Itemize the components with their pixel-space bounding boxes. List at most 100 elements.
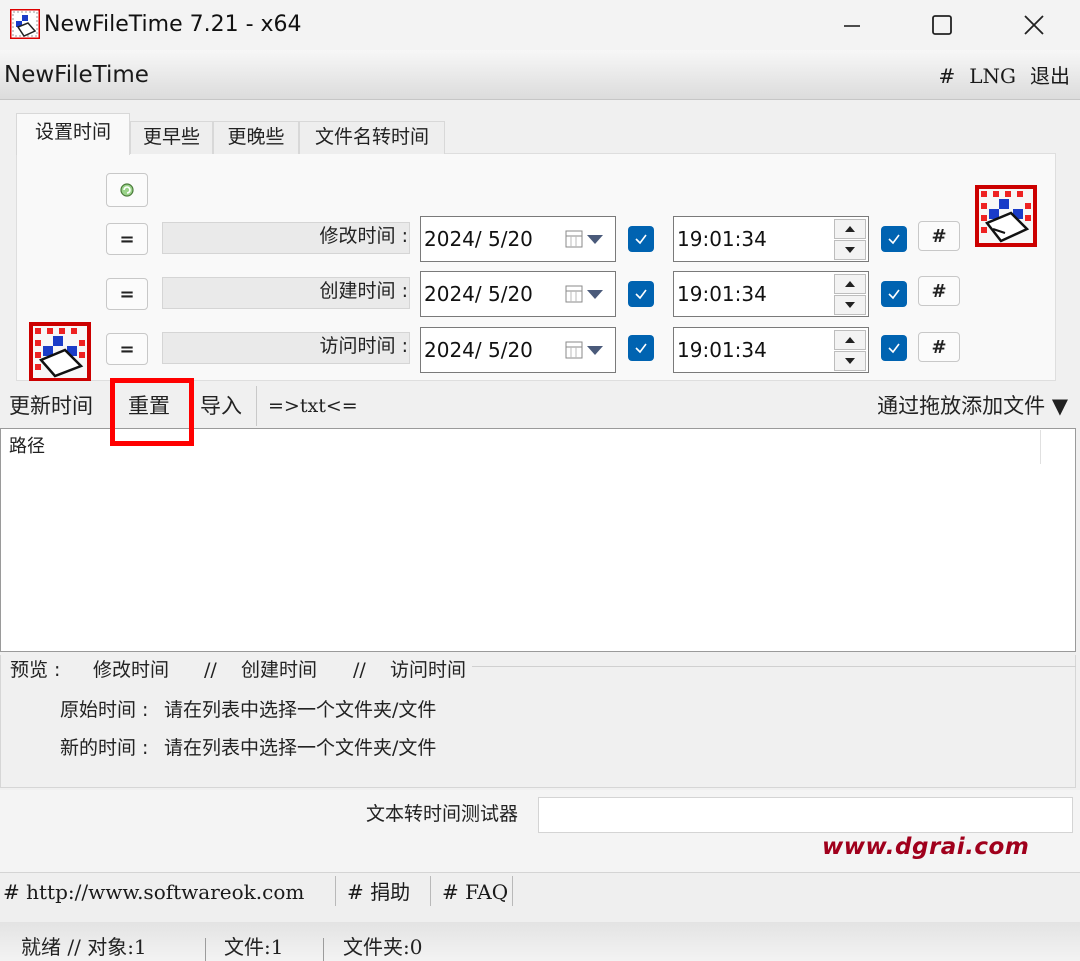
app-name: NewFileTime xyxy=(4,62,149,88)
preview-accessed-header: 访问时间 xyxy=(390,659,467,681)
modified-equal-button[interactable]: = xyxy=(106,223,148,255)
triangle-up-icon xyxy=(845,337,855,343)
close-icon xyxy=(1024,15,1044,35)
file-time-icon-right[interactable] xyxy=(975,185,1037,247)
menu-language[interactable]: LNG xyxy=(969,62,1016,90)
created-time-spin-down[interactable] xyxy=(834,295,866,315)
checkmark-icon xyxy=(888,343,900,354)
triangle-down-icon xyxy=(845,247,855,253)
checkmark-icon xyxy=(635,289,647,300)
minimize-button[interactable] xyxy=(806,0,898,50)
modified-time-checkbox[interactable] xyxy=(881,226,907,252)
modified-time-value: 19:01:34 xyxy=(677,227,767,251)
header-menu: # LNG 退出 xyxy=(938,62,1070,90)
modified-label: 修改时间 : xyxy=(319,225,408,247)
created-time-value: 19:01:34 xyxy=(677,282,767,306)
tester-label: 文本转时间测试器 xyxy=(366,803,519,825)
checkmark-icon xyxy=(888,234,900,245)
preview-created-header: 创建时间 xyxy=(241,659,318,681)
maximize-button[interactable] xyxy=(896,0,988,50)
created-date-value: 2024/ 5/20 xyxy=(424,282,533,306)
tab-earlier[interactable]: 更早些 xyxy=(130,121,213,154)
accessed-time-spin-up[interactable] xyxy=(834,330,866,350)
website-link[interactable]: # http://www.softwareok.com xyxy=(3,877,304,907)
maximize-icon xyxy=(932,15,952,35)
new-time-value: 请在列表中选择一个文件夹/文件 xyxy=(164,737,437,759)
triangle-up-icon xyxy=(845,281,855,287)
accessed-hash-button[interactable]: # xyxy=(918,332,960,362)
accessed-time-value: 19:01:34 xyxy=(677,338,767,362)
accessed-date-value: 2024/ 5/20 xyxy=(424,338,533,362)
refresh-icon xyxy=(120,183,134,197)
status-separator xyxy=(205,938,206,961)
watermark: www.dgrai.com xyxy=(822,834,1030,860)
tab-set-time[interactable]: 设置时间 xyxy=(16,113,130,155)
triangle-down-icon xyxy=(845,302,855,308)
column-divider xyxy=(1040,430,1041,464)
link-separator xyxy=(512,876,513,906)
preview-prefix: 预览 : xyxy=(10,659,61,681)
original-time-label: 原始时间 : xyxy=(60,699,149,721)
app-header xyxy=(0,50,1080,100)
accessed-equal-button[interactable]: = xyxy=(106,333,148,365)
created-time-checkbox[interactable] xyxy=(881,281,907,307)
status-folders: 文件夹:0 xyxy=(343,935,423,959)
app-icon xyxy=(8,7,42,41)
accessed-date-checkbox[interactable] xyxy=(628,335,654,361)
accessed-time-checkbox[interactable] xyxy=(881,335,907,361)
calendar-dropdown-icon[interactable] xyxy=(565,284,607,304)
status-ready: 就绪 // 对象:1 xyxy=(21,935,147,959)
created-equal-button[interactable]: = xyxy=(106,278,148,310)
checkmark-icon xyxy=(888,289,900,300)
status-bar xyxy=(0,922,1080,961)
created-time-spin-up[interactable] xyxy=(834,274,866,294)
triangle-up-icon xyxy=(845,226,855,232)
created-label: 创建时间 : xyxy=(319,280,408,302)
modified-date-checkbox[interactable] xyxy=(628,226,654,252)
created-hash-button[interactable]: # xyxy=(918,276,960,306)
toolbar-separator xyxy=(256,386,257,426)
new-time-label: 新的时间 : xyxy=(60,737,149,759)
link-separator xyxy=(430,876,431,906)
preview-modified-header: 修改时间 xyxy=(93,659,170,681)
original-time-value: 请在列表中选择一个文件夹/文件 xyxy=(164,699,437,721)
window-title: NewFileTime 7.21 - x64 xyxy=(44,12,302,37)
menu-hash[interactable]: # xyxy=(938,62,955,90)
created-date-checkbox[interactable] xyxy=(628,281,654,307)
drag-add-files-dropdown[interactable]: 通过拖放添加文件 ▼ xyxy=(877,388,1068,424)
modified-time-spin-down[interactable] xyxy=(834,240,866,260)
preview-divider xyxy=(472,666,1076,667)
tab-later[interactable]: 更晚些 xyxy=(213,121,299,154)
modified-hash-button[interactable]: # xyxy=(918,221,960,251)
checkmark-icon xyxy=(635,343,647,354)
minimize-icon xyxy=(844,25,860,27)
status-separator xyxy=(323,938,324,961)
calendar-dropdown-icon[interactable] xyxy=(565,229,607,249)
accessed-label: 访问时间 : xyxy=(319,335,408,357)
faq-link[interactable]: # FAQ xyxy=(442,877,508,907)
donate-link[interactable]: # 捐助 xyxy=(347,877,410,907)
tab-filename-to-time[interactable]: 文件名转时间 xyxy=(299,121,445,154)
refresh-button[interactable] xyxy=(106,173,148,207)
triangle-down-icon xyxy=(845,358,855,364)
modified-time-spin-up[interactable] xyxy=(834,219,866,239)
status-files: 文件:1 xyxy=(224,935,284,959)
accessed-time-spin-down[interactable] xyxy=(834,351,866,371)
preview-separator: // xyxy=(204,659,217,681)
calendar-dropdown-icon[interactable] xyxy=(565,340,607,360)
import-button[interactable]: 导入 xyxy=(200,388,242,424)
reset-highlight-box xyxy=(110,378,194,446)
column-header-path[interactable]: 路径 xyxy=(9,434,45,460)
preview-separator: // xyxy=(353,659,366,681)
export-txt-button[interactable]: =>txt<= xyxy=(268,388,358,424)
app-window: NewFileTime 7.21 - x64 NewFileTime # LNG… xyxy=(0,0,1080,961)
tester-input[interactable] xyxy=(538,797,1073,833)
file-time-icon-left[interactable] xyxy=(29,322,91,382)
update-time-button[interactable]: 更新时间 xyxy=(9,388,93,424)
close-button[interactable] xyxy=(988,0,1080,50)
link-separator xyxy=(335,876,336,906)
menu-exit[interactable]: 退出 xyxy=(1030,62,1070,90)
checkmark-icon xyxy=(635,234,647,245)
modified-date-value: 2024/ 5/20 xyxy=(424,227,533,251)
file-list[interactable] xyxy=(0,428,1076,652)
